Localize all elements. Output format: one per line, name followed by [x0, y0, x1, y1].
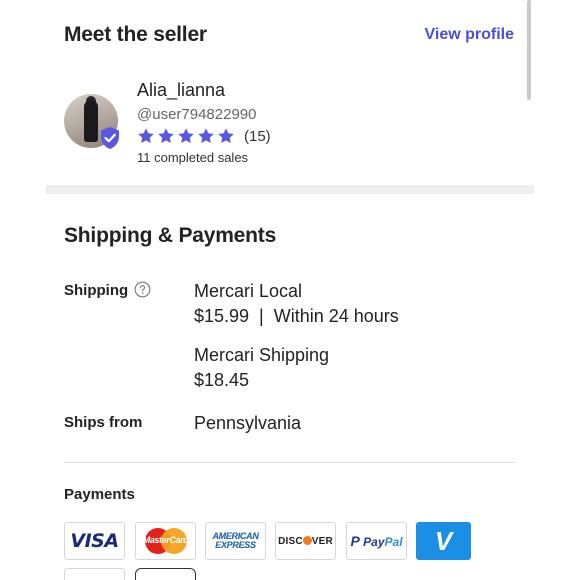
completed-sales: 11 completed sales: [137, 150, 249, 165]
shipping-label: Shipping: [64, 282, 129, 299]
venmo-logo-icon: V: [416, 522, 471, 560]
paypal-logo-icon: P PayPal: [346, 522, 407, 560]
payments-label: Payments: [64, 486, 135, 503]
visa-logo-text: VISA: [70, 530, 119, 552]
help-icon[interactable]: [134, 281, 151, 298]
discover-logo-text: DISC: [278, 535, 303, 547]
seller-avatar[interactable]: [64, 94, 119, 149]
section-divider-band: [46, 185, 534, 194]
rating-count: (15): [244, 127, 271, 145]
venmo-logo-text: V: [434, 525, 453, 556]
shipping-option-detail: $18.45: [194, 370, 250, 390]
amex-logo-line: EXPRESS: [215, 540, 256, 550]
ships-from-value: Pennsylvania: [194, 413, 302, 433]
paypal-logo-text: Pay: [363, 535, 385, 549]
mastercard-logo-icon: MasterCard: [135, 522, 196, 560]
shipping-option-name: Mercari Local: [194, 281, 303, 301]
payment-card-logo: [135, 568, 196, 580]
paypal-logo-text: Pal: [384, 535, 403, 549]
star-icon: [178, 128, 194, 144]
discover-logo-icon: DISC VER: [275, 522, 336, 560]
shipping-section-title: Shipping & Payments: [64, 224, 277, 247]
view-profile-link[interactable]: View profile: [424, 26, 514, 44]
seller-rating[interactable]: (15): [137, 127, 271, 145]
star-icon: [218, 128, 234, 144]
payment-card-logo: [64, 568, 125, 580]
shipping-option-name: Mercari Shipping: [194, 345, 330, 365]
seller-handle: @user794822990: [137, 106, 257, 123]
avatar-photo-figure: [84, 100, 98, 142]
star-icon: [158, 128, 174, 144]
ships-from-label: Ships from: [64, 414, 143, 431]
scrollbar-thumb[interactable]: [527, 0, 531, 100]
seller-section-title: Meet the seller: [64, 23, 207, 46]
paypal-p-icon: P: [350, 533, 364, 549]
mastercard-logo-text: MasterCard: [142, 535, 189, 545]
star-icon: [198, 128, 214, 144]
visa-logo-icon: VISA: [64, 522, 125, 560]
discover-dot-icon: [302, 535, 312, 545]
divider: [64, 462, 516, 463]
seller-section: Meet the seller View profile Alia_lianna…: [46, 0, 534, 185]
seller-name[interactable]: Alia_lianna: [137, 80, 225, 101]
amex-logo-icon: AMERICAN EXPRESS: [205, 522, 266, 560]
star-icon: [138, 128, 154, 144]
discover-logo-text: VER: [311, 535, 333, 547]
shipping-option-detail: $15.99 | Within 24 hours: [194, 306, 399, 326]
verified-badge-icon: [101, 127, 119, 149]
item-detail-panel: Meet the seller View profile Alia_lianna…: [46, 0, 534, 580]
